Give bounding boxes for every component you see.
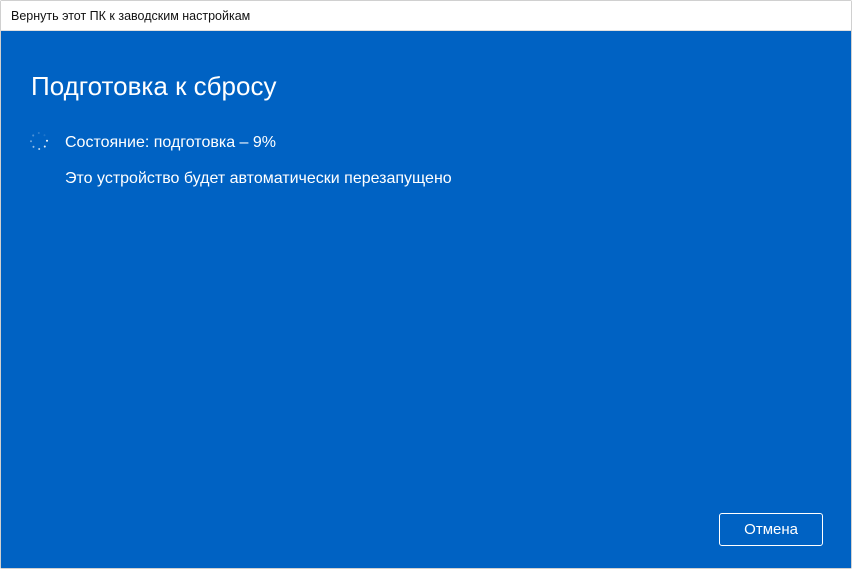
- dialog-footer: Отмена: [719, 513, 823, 546]
- page-title: Подготовка к сбросу: [31, 71, 821, 102]
- titlebar: Вернуть этот ПК к заводским настройкам: [1, 1, 851, 31]
- dialog-content: Подготовка к сбросу Состояние: подготовк…: [1, 31, 851, 568]
- status-text: Состояние: подготовка – 9%: [65, 130, 276, 156]
- status-row: Состояние: подготовка – 9%: [31, 130, 821, 156]
- cancel-button[interactable]: Отмена: [719, 513, 823, 546]
- sub-text: Это устройство будет автоматически перез…: [65, 166, 821, 192]
- window-title: Вернуть этот ПК к заводским настройкам: [11, 9, 250, 23]
- spinner-icon: [31, 133, 47, 149]
